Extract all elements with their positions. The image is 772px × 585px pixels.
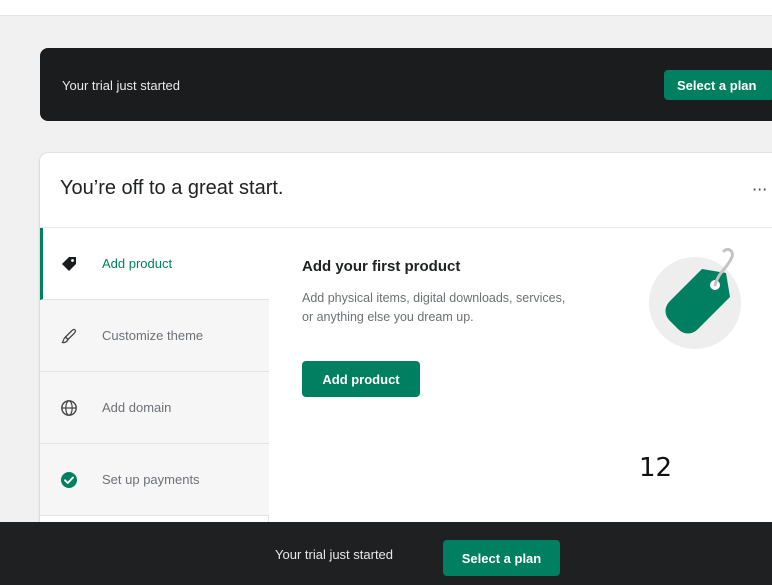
task-customize-theme[interactable]: Customize theme [40, 300, 269, 372]
trial-banner-text: Your trial just started [62, 78, 181, 93]
brush-icon [61, 328, 77, 344]
task-set-up-payments[interactable]: Set up payments [40, 444, 269, 516]
bottom-trial-text: Your trial just started [275, 547, 394, 562]
setup-task-list: Add product Customize theme Add domain S… [40, 228, 269, 533]
task-label: Add domain [102, 400, 172, 415]
page-number: 12 [639, 453, 673, 483]
select-plan-button[interactable]: Select a plan [664, 70, 772, 100]
check-circle-icon [61, 472, 77, 488]
tag-icon [62, 257, 76, 271]
top-header-strip [0, 0, 772, 16]
task-label: Customize theme [102, 328, 204, 343]
setup-card-title: You’re off to a great start. [60, 177, 284, 199]
trial-banner: Your trial just started Select a plan [40, 48, 772, 121]
more-actions-button[interactable]: ··· [752, 177, 772, 201]
bottom-select-plan-button[interactable]: Select a plan [443, 540, 560, 576]
task-label: Set up payments [102, 472, 200, 487]
task-label: Add product [102, 256, 173, 271]
task-add-domain[interactable]: Add domain [40, 372, 269, 444]
task-add-product[interactable]: Add product [40, 228, 269, 300]
bottom-trial-bar: Your trial just started Select a plan [0, 522, 772, 585]
detail-title: Add your first product [302, 258, 461, 275]
price-tag-illustration [649, 247, 741, 349]
globe-icon [61, 400, 77, 416]
detail-description: Add physical items, digital downloads, s… [302, 291, 566, 324]
add-product-button[interactable]: Add product [302, 361, 420, 397]
